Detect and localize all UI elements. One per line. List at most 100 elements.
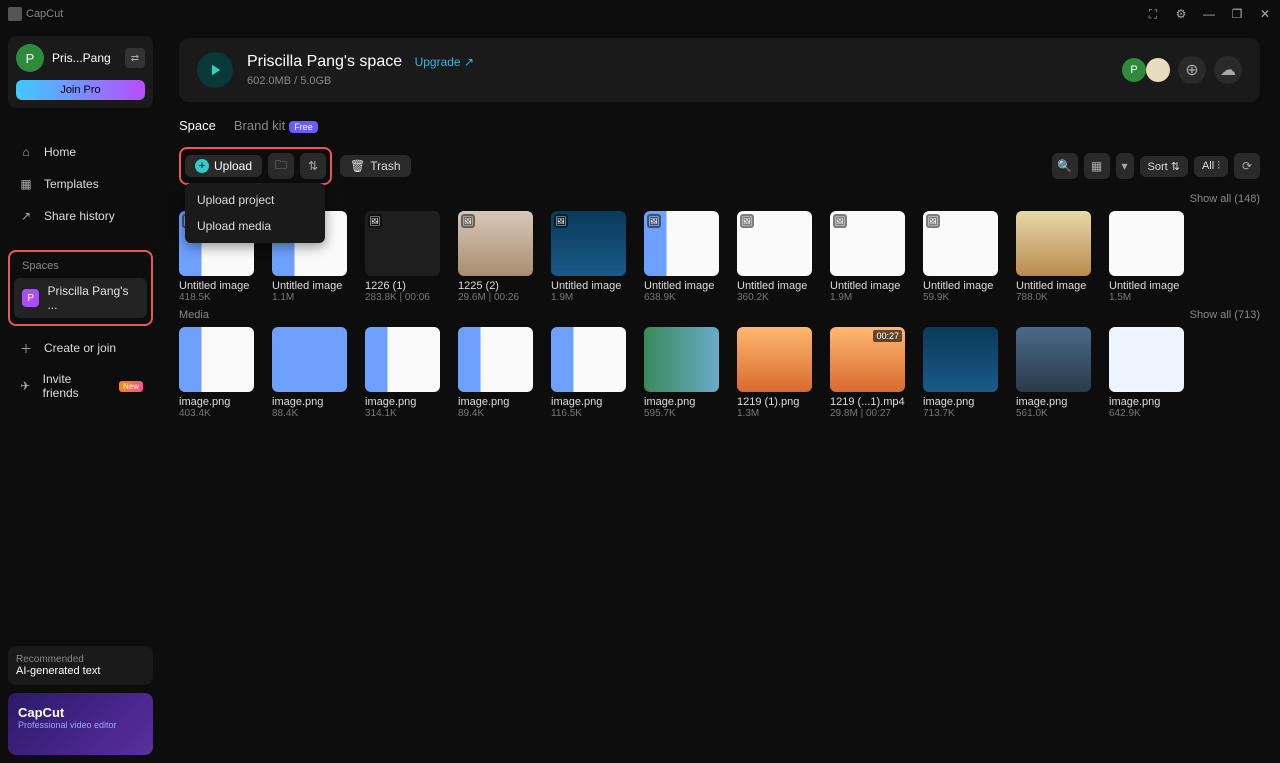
item-title: image.png (1016, 396, 1091, 408)
add-member-button[interactable]: ⊕ (1178, 56, 1206, 84)
upload-project-item[interactable]: Upload project (185, 187, 325, 213)
member-avatar-1[interactable]: P (1122, 58, 1146, 82)
media-item[interactable]: 🖼1225 (2)29.6M | 00:26 (458, 211, 533, 303)
media-item[interactable]: 1219 (1).png1.3M (737, 327, 812, 419)
tab-brand-kit[interactable]: Brand kitFree (234, 118, 318, 137)
close-button[interactable]: ✕ (1258, 7, 1272, 21)
item-title: image.png (272, 396, 347, 408)
item-meta: 59.9K (923, 292, 998, 303)
media-item[interactable]: image.png403.4K (179, 327, 254, 419)
media-item[interactable]: 🖼 Untitled image59.9K (923, 211, 998, 303)
media-item[interactable]: 🖼 Untitled image1.9M (830, 211, 905, 303)
media-item[interactable]: image.png595.7K (644, 327, 719, 419)
thumbnail[interactable] (272, 327, 347, 392)
thumbnail[interactable]: 00:27 (830, 327, 905, 392)
thumbnail[interactable]: 🖼 (923, 211, 998, 276)
trash-icon: 🗑 (350, 159, 365, 173)
upload-media-item[interactable]: Upload media (185, 213, 325, 239)
nav-home[interactable]: ⌂Home (8, 136, 153, 168)
space-header: Priscilla Pang's space Upgrade ↗ 602.0MB… (179, 38, 1260, 102)
item-meta: 89.4K (458, 408, 533, 419)
cloud-button[interactable]: ☁ (1214, 56, 1242, 84)
thumbnail[interactable] (1016, 211, 1091, 276)
space-item-current[interactable]: P Priscilla Pang's ... (14, 278, 147, 318)
thumbnail[interactable] (923, 327, 998, 392)
media-item[interactable]: Untitled image788.0K (1016, 211, 1091, 303)
switch-account-button[interactable]: ⇄ (125, 48, 145, 68)
media-item[interactable]: image.png116.5K (551, 327, 626, 419)
thumbnail[interactable] (458, 327, 533, 392)
upload-toolbar-highlight: +Upload 🗀 ⇅ Upload project Upload media (179, 147, 332, 185)
thumbnail[interactable] (365, 327, 440, 392)
media-item[interactable]: image.png89.4K (458, 327, 533, 419)
thumbnail[interactable] (644, 327, 719, 392)
media-item[interactable]: image.png713.7K (923, 327, 998, 419)
media-item[interactable]: 🖼Untitled image1.9M (551, 211, 626, 303)
item-title: Untitled image (179, 280, 254, 292)
thumbnail[interactable]: 🖼 (737, 211, 812, 276)
tabs: Space Brand kitFree (179, 118, 1260, 137)
search-button[interactable]: 🔍 (1052, 153, 1078, 179)
thumbnail[interactable] (1109, 327, 1184, 392)
thumbnail[interactable] (179, 327, 254, 392)
media-item[interactable]: image.png642.9K (1109, 327, 1184, 419)
user-avatar[interactable]: P (16, 44, 44, 72)
space-title: Priscilla Pang's space (247, 53, 402, 70)
item-meta: 418.5K (179, 292, 254, 303)
recommended-card[interactable]: Recommended AI-generated text (8, 646, 153, 685)
app-name: CapCut (26, 8, 63, 20)
upload-button[interactable]: +Upload (185, 155, 262, 177)
join-pro-button[interactable]: Join Pro (16, 80, 145, 100)
show-all-148[interactable]: Show all (148) (1190, 193, 1260, 205)
media-item[interactable]: image.png561.0K (1016, 327, 1091, 419)
media-item[interactable]: 🖼Untitled image360.2K (737, 211, 812, 303)
media-item[interactable]: image.png88.4K (272, 327, 347, 419)
member-avatar-2[interactable] (1146, 58, 1170, 82)
thumbnail[interactable] (1016, 327, 1091, 392)
promo-card[interactable]: CapCut Professional video editor (8, 693, 153, 755)
item-meta: 1.9M (830, 292, 905, 303)
item-title: Untitled image (1016, 280, 1091, 292)
invite-friends[interactable]: ✈Invite friendsNew (8, 364, 153, 408)
thumbnail[interactable] (737, 327, 812, 392)
space-logo (197, 52, 233, 88)
item-title: Untitled image (830, 280, 905, 292)
minimize-button[interactable]: — (1202, 7, 1216, 21)
media-item[interactable]: 🖼Untitled image638.9K (644, 211, 719, 303)
item-title: image.png (365, 396, 440, 408)
thumbnail[interactable]: 🖼 (365, 211, 440, 276)
refresh-button[interactable]: ⟳ (1234, 153, 1260, 179)
main-content: Priscilla Pang's space Upgrade ↗ 602.0MB… (161, 28, 1280, 763)
new-folder-button[interactable]: 🗀 (268, 153, 294, 179)
thumbnail[interactable]: 🖼 (551, 211, 626, 276)
create-or-join[interactable]: ＋Create or join (8, 332, 153, 364)
sort-toggle-button[interactable]: ⇅ (300, 153, 326, 179)
user-name: Pris...Pang (52, 51, 117, 65)
view-dropdown-button[interactable]: ▾ (1116, 153, 1134, 179)
thumbnail[interactable]: 🖼 (830, 211, 905, 276)
item-title: 1219 (1).png (737, 396, 812, 408)
screen-icon[interactable]: ⛶ (1146, 7, 1160, 21)
nav-templates[interactable]: ▦Templates (8, 168, 153, 200)
tab-space[interactable]: Space (179, 118, 216, 137)
media-item[interactable]: Untitled image1.5M (1109, 211, 1184, 303)
show-all-713[interactable]: Show all (713) (1190, 309, 1260, 321)
thumbnail[interactable] (1109, 211, 1184, 276)
item-meta: 713.7K (923, 408, 998, 419)
thumbnail[interactable]: 🖼 (458, 211, 533, 276)
trash-button[interactable]: 🗑Trash (340, 155, 410, 177)
thumbnail[interactable]: 🖼 (644, 211, 719, 276)
media-item[interactable]: 00:271219 (...1).mp429.8M | 00:27 (830, 327, 905, 419)
nav-share-history[interactable]: ↗Share history (8, 200, 153, 232)
thumbnail[interactable] (551, 327, 626, 392)
sort-dropdown[interactable]: Sort ⇅ (1140, 156, 1188, 177)
upgrade-link[interactable]: Upgrade ↗ (415, 55, 474, 69)
item-title: Untitled image (923, 280, 998, 292)
media-item[interactable]: image.png314.1K (365, 327, 440, 419)
grid-view-button[interactable]: ▦ (1084, 153, 1110, 179)
maximize-button[interactable]: ❐ (1230, 7, 1244, 21)
filter-all[interactable]: All ⫶ (1194, 156, 1228, 177)
item-meta: 1.3M (737, 408, 812, 419)
media-item[interactable]: 🖼1226 (1)283.8K | 00:06 (365, 211, 440, 303)
settings-icon[interactable]: ⚙ (1174, 7, 1188, 21)
